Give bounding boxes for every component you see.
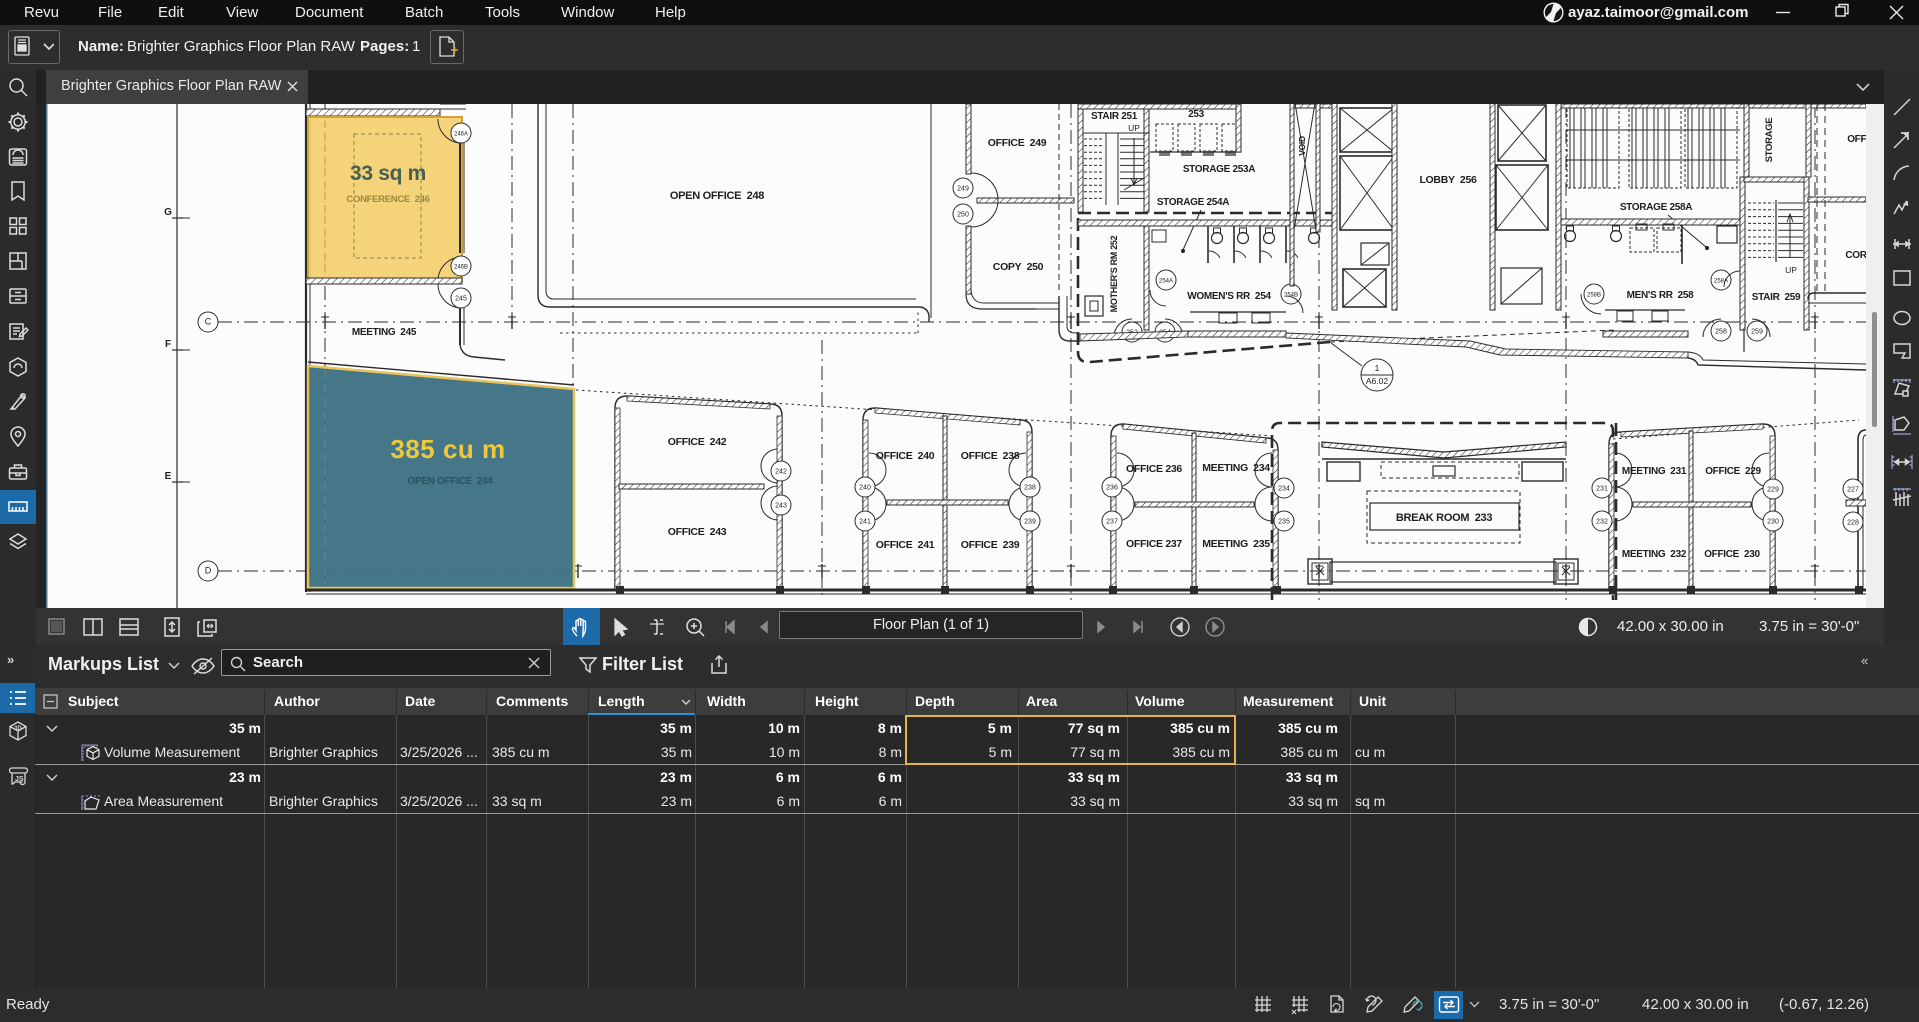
svg-text:COR: COR bbox=[1845, 250, 1866, 261]
svg-text:230: 230 bbox=[1767, 519, 1779, 526]
svg-text:OFFICE 240: OFFICE 240 bbox=[876, 450, 935, 462]
svg-text:236: 236 bbox=[1106, 485, 1118, 492]
svg-text:MEETING 245: MEETING 245 bbox=[352, 327, 417, 338]
svg-text:E: E bbox=[165, 471, 172, 482]
svg-text:258: 258 bbox=[1715, 329, 1727, 336]
svg-text:1: 1 bbox=[1375, 363, 1380, 373]
svg-text:A6.02: A6.02 bbox=[1366, 376, 1388, 386]
svg-text:MOTHER'S RM 252: MOTHER'S RM 252 bbox=[1109, 235, 1119, 312]
svg-text:259: 259 bbox=[1751, 329, 1763, 336]
svg-text:OFFICE 249: OFFICE 249 bbox=[988, 137, 1047, 149]
svg-text:234: 234 bbox=[1278, 486, 1290, 493]
svg-text:STORAGE: STORAGE bbox=[1764, 118, 1775, 163]
svg-text:245: 245 bbox=[455, 296, 467, 303]
svg-text:229: 229 bbox=[1767, 487, 1779, 494]
svg-text:G: G bbox=[164, 207, 172, 218]
svg-text:254A: 254A bbox=[1159, 279, 1173, 285]
svg-text:OFFICE 241: OFFICE 241 bbox=[876, 539, 935, 551]
svg-text:3D: 3D bbox=[14, 726, 22, 732]
svg-text:258B: 258B bbox=[1587, 293, 1601, 299]
svg-text:WOMEN'S RR 254: WOMEN'S RR 254 bbox=[1187, 291, 1271, 302]
svg-text:JS: JS bbox=[15, 776, 24, 783]
svg-text:OFFICE 238: OFFICE 238 bbox=[961, 450, 1020, 462]
svg-text:227: 227 bbox=[1847, 487, 1859, 494]
svg-text:STORAGE 254A: STORAGE 254A bbox=[1157, 197, 1229, 208]
svg-text:OFFICE 243: OFFICE 243 bbox=[668, 526, 727, 538]
svg-text:237: 237 bbox=[1106, 519, 1118, 526]
svg-text:OFFICE 236: OFFICE 236 bbox=[1126, 463, 1182, 475]
svg-text:228: 228 bbox=[1847, 520, 1859, 527]
svg-text:OFFICE 242: OFFICE 242 bbox=[668, 436, 727, 448]
svg-text:33 sq m: 33 sq m bbox=[350, 162, 426, 185]
svg-text:250: 250 bbox=[957, 212, 969, 219]
svg-text:BREAK ROOM 233: BREAK ROOM 233 bbox=[1396, 512, 1493, 524]
svg-text:STAIR 259: STAIR 259 bbox=[1752, 292, 1801, 303]
svg-text:OFFICE 229: OFFICE 229 bbox=[1705, 466, 1761, 477]
svg-text:D: D bbox=[205, 566, 212, 576]
svg-text:235: 235 bbox=[1278, 519, 1290, 526]
svg-text:CONFERENCE 246: CONFERENCE 246 bbox=[346, 194, 429, 205]
svg-text:OFFICE 239: OFFICE 239 bbox=[961, 539, 1020, 551]
svg-text:246A: 246A bbox=[454, 132, 468, 138]
svg-text:VOID: VOID bbox=[1297, 136, 1307, 156]
svg-text:F: F bbox=[165, 339, 171, 350]
svg-text:253: 253 bbox=[1188, 109, 1205, 120]
svg-text:OPEN OFFICE 248: OPEN OFFICE 248 bbox=[670, 190, 764, 202]
svg-text:OPEN OFFICE 244: OPEN OFFICE 244 bbox=[407, 476, 493, 487]
svg-text:OFFI: OFFI bbox=[1847, 134, 1866, 145]
svg-text:LOBBY 256: LOBBY 256 bbox=[1419, 174, 1477, 186]
svg-text:MEETING 231: MEETING 231 bbox=[1622, 466, 1687, 477]
svg-text:238: 238 bbox=[1024, 485, 1036, 492]
svg-text:MEETING 232: MEETING 232 bbox=[1622, 549, 1687, 560]
svg-text:MEETING 235: MEETING 235 bbox=[1202, 538, 1270, 550]
svg-text:246B: 246B bbox=[454, 265, 468, 271]
svg-text:243: 243 bbox=[775, 503, 787, 510]
svg-text:STAIR 251: STAIR 251 bbox=[1091, 111, 1138, 122]
svg-text:C: C bbox=[205, 317, 212, 327]
svg-text:232: 232 bbox=[1596, 519, 1608, 526]
svg-text:OFFICE 237: OFFICE 237 bbox=[1126, 538, 1182, 550]
svg-text:240: 240 bbox=[859, 485, 871, 492]
svg-text:UP: UP bbox=[1128, 123, 1140, 133]
svg-text:MEETING 234: MEETING 234 bbox=[1202, 462, 1270, 474]
svg-text:239: 239 bbox=[1024, 519, 1036, 526]
svg-text:UP: UP bbox=[1785, 265, 1797, 275]
svg-text:242: 242 bbox=[775, 469, 787, 476]
svg-text:COPY 250: COPY 250 bbox=[993, 261, 1044, 273]
svg-text:MEN'S RR 258: MEN'S RR 258 bbox=[1627, 290, 1695, 301]
svg-text:241: 241 bbox=[859, 519, 871, 526]
svg-text:OFFICE 230: OFFICE 230 bbox=[1704, 549, 1760, 560]
svg-text:385 cu m: 385 cu m bbox=[390, 434, 505, 464]
svg-text:249: 249 bbox=[957, 186, 969, 193]
svg-text:STORAGE 253A: STORAGE 253A bbox=[1183, 164, 1255, 175]
svg-text:231: 231 bbox=[1596, 486, 1608, 493]
svg-text:STORAGE 258A: STORAGE 258A bbox=[1620, 202, 1692, 213]
